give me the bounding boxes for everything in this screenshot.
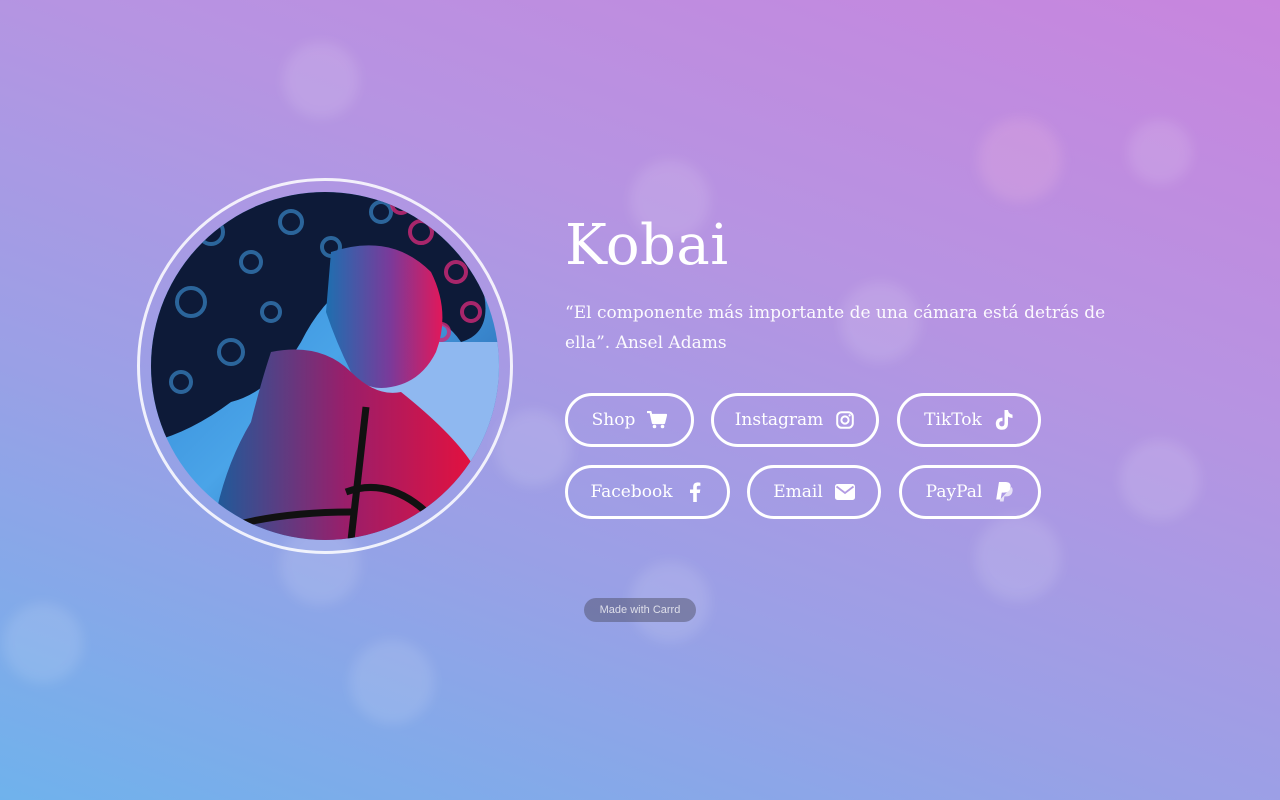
bokeh-light	[283, 42, 359, 118]
facebook-button[interactable]: Facebook	[565, 465, 730, 519]
profile-quote: “El componente más importante de una cám…	[565, 303, 1106, 353]
envelope-icon	[834, 482, 855, 502]
tiktok-button[interactable]: TikTok	[897, 393, 1041, 447]
bokeh-light	[1128, 120, 1192, 184]
paypal-button[interactable]: PayPal	[899, 465, 1041, 519]
shop-button[interactable]: Shop	[565, 393, 694, 447]
instagram-button-label: Instagram	[734, 410, 824, 430]
facebook-icon	[685, 482, 705, 502]
bokeh-light	[975, 515, 1061, 601]
profile-photo	[151, 192, 499, 540]
email-button[interactable]: Email	[747, 465, 881, 519]
instagram-icon	[835, 410, 855, 430]
email-button-label: Email	[773, 482, 823, 502]
made-with-carrd-link[interactable]: Made with Carrd	[584, 598, 696, 622]
cart-icon	[647, 410, 668, 430]
paypal-button-label: PayPal	[925, 482, 983, 502]
paypal-icon	[994, 482, 1014, 502]
tiktok-button-label: TikTok	[924, 410, 982, 430]
profile-name: Kobai	[565, 213, 729, 278]
tiktok-icon	[994, 410, 1014, 430]
shop-button-label: Shop	[591, 410, 636, 430]
bokeh-light	[978, 118, 1062, 202]
bokeh-light	[495, 410, 571, 486]
bokeh-light	[3, 603, 83, 683]
instagram-button[interactable]: Instagram	[711, 393, 879, 447]
bokeh-light	[350, 640, 434, 724]
facebook-button-label: Facebook	[590, 482, 673, 502]
bokeh-light	[1120, 440, 1200, 520]
